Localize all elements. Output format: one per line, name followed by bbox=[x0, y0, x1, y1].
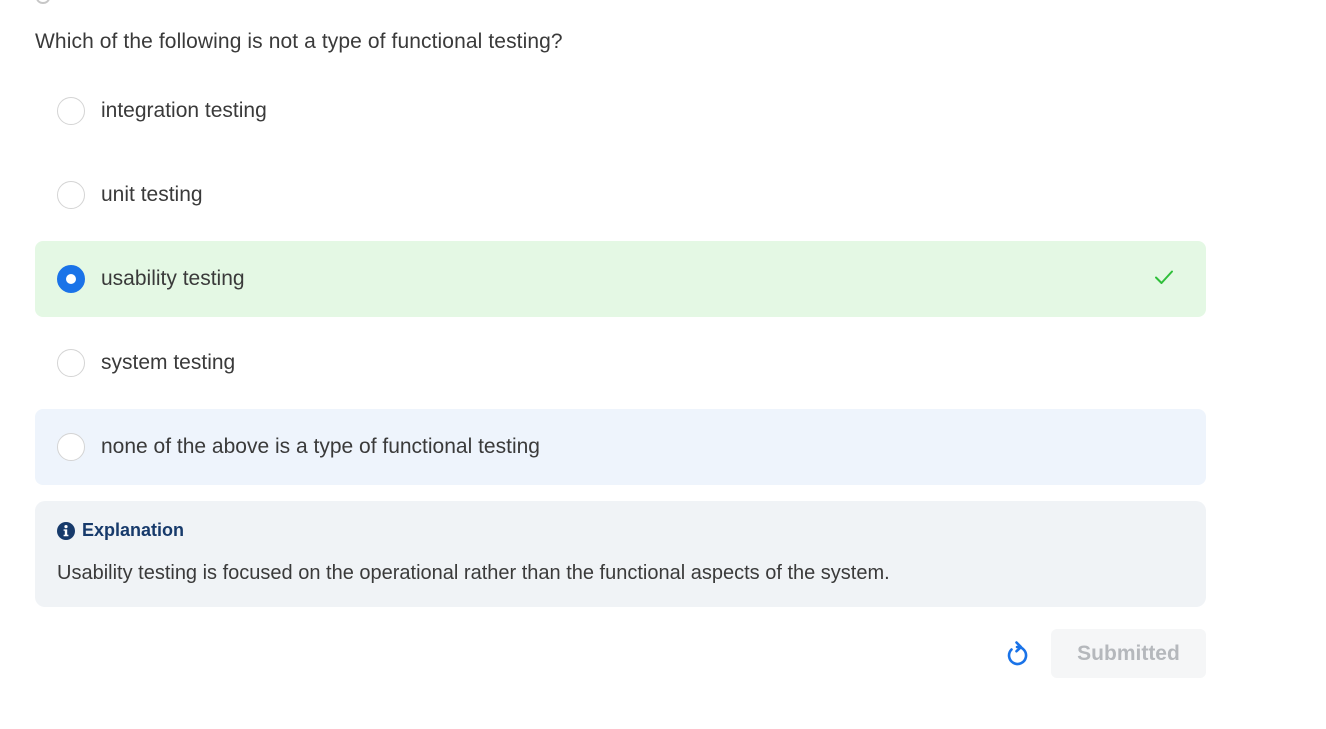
option-integration-testing[interactable]: integration testing bbox=[35, 73, 1206, 149]
explanation-text: Usability testing is focused on the oper… bbox=[57, 562, 890, 584]
option-label: integration testing bbox=[101, 99, 267, 122]
previous-radio-edge bbox=[36, 0, 50, 4]
explanation-panel: Explanation Usability testing is focused… bbox=[35, 501, 1206, 607]
option-label: unit testing bbox=[101, 183, 203, 206]
option-label: system testing bbox=[101, 351, 236, 374]
question-text: Which of the following is not a type of … bbox=[35, 30, 563, 53]
option-usability-testing[interactable]: usability testing bbox=[35, 241, 1206, 317]
radio-button[interactable] bbox=[57, 433, 85, 461]
radio-button[interactable] bbox=[57, 97, 85, 125]
answer-options: integration testing unit testing usabili… bbox=[35, 73, 1206, 493]
explanation-title: Explanation bbox=[82, 520, 185, 540]
action-bar: Submitted bbox=[1000, 629, 1206, 678]
explanation-header: Explanation bbox=[57, 520, 184, 541]
radio-button[interactable] bbox=[57, 181, 85, 209]
retry-icon[interactable] bbox=[1002, 639, 1032, 669]
option-label: none of the above is a type of functiona… bbox=[101, 435, 540, 458]
check-icon bbox=[1155, 270, 1173, 284]
radio-button-selected[interactable] bbox=[57, 265, 85, 293]
option-none-of-the-above[interactable]: none of the above is a type of functiona… bbox=[35, 409, 1206, 485]
option-system-testing[interactable]: system testing bbox=[35, 325, 1206, 401]
option-label: usability testing bbox=[101, 267, 245, 290]
option-unit-testing[interactable]: unit testing bbox=[35, 157, 1206, 233]
info-icon bbox=[57, 521, 75, 540]
radio-button[interactable] bbox=[57, 349, 85, 377]
submitted-button[interactable]: Submitted bbox=[1051, 629, 1206, 678]
